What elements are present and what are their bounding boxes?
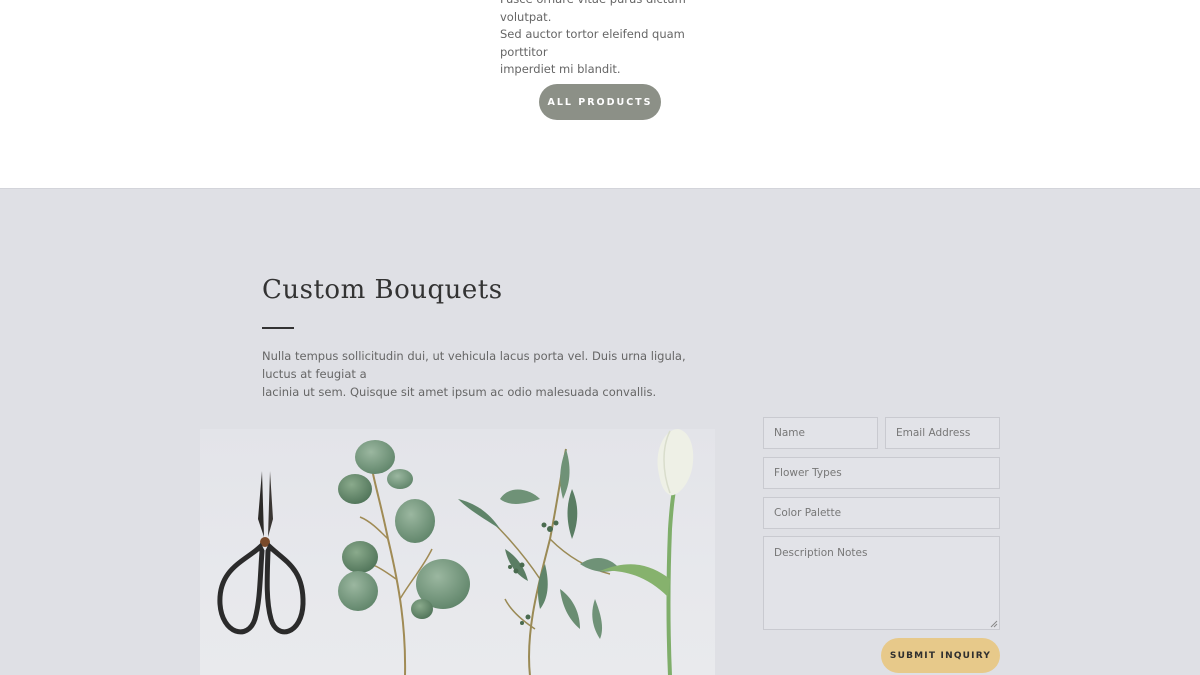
products-description-line: Sed auctor tortor eleifend quam porttito…	[500, 27, 685, 59]
section-heading: Custom Bouquets	[262, 275, 503, 305]
heading-divider	[262, 327, 294, 329]
products-section: Fusce ornare vitae purus dictum volutpat…	[0, 0, 1200, 188]
eucalyptus-sprig-icon	[458, 448, 620, 675]
scissors-icon	[217, 471, 306, 635]
email-field[interactable]	[885, 417, 1000, 449]
submit-inquiry-button[interactable]: SUBMIT INQUIRY	[881, 638, 1000, 673]
section-intro: Nulla tempus sollicitudin dui, ut vehicu…	[262, 347, 702, 401]
products-description: Fusce ornare vitae purus dictum volutpat…	[500, 0, 730, 79]
resize-handle-icon[interactable]	[990, 620, 998, 628]
custom-bouquets-section: Custom Bouquets Nulla tempus sollicitudi…	[0, 188, 1200, 675]
tulip-icon	[600, 429, 694, 675]
products-description-line: imperdiet mi blandit.	[500, 62, 621, 76]
eucalyptus-icon	[338, 440, 470, 675]
flower-types-field[interactable]	[763, 457, 1000, 489]
color-palette-field[interactable]	[763, 497, 1000, 529]
products-description-line: Fusce ornare vitae purus dictum volutpat…	[500, 0, 686, 24]
description-notes-field[interactable]	[763, 536, 1000, 630]
bouquet-photo	[200, 429, 715, 675]
intro-line: lacinia ut sem. Quisque sit amet ipsum a…	[262, 385, 657, 399]
all-products-button[interactable]: ALL PRODUCTS	[539, 84, 661, 120]
name-field[interactable]	[763, 417, 878, 449]
intro-line: Nulla tempus sollicitudin dui, ut vehicu…	[262, 349, 686, 381]
